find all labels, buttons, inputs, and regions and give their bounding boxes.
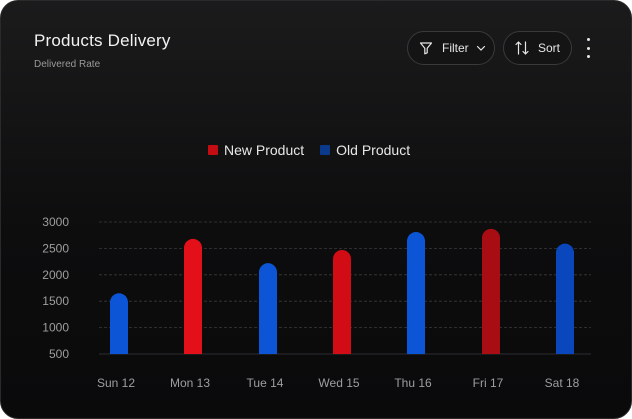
- y-tick-label: 500: [49, 347, 69, 361]
- x-tick-label: Mon 13: [170, 376, 210, 390]
- bar-thu-16[interactable]: [407, 232, 425, 354]
- y-tick-label: 1500: [42, 294, 69, 308]
- x-tick-label: Tue 14: [247, 376, 284, 390]
- y-tick-label: 3000: [42, 215, 69, 229]
- y-tick-label: 2000: [42, 268, 69, 282]
- x-tick-label: Fri 17: [473, 376, 504, 390]
- chart-card: Products Delivery Delivered Rate Filter …: [0, 0, 632, 419]
- y-tick-label: 2500: [42, 241, 69, 255]
- bar-chart: 3000 2500 2000 1500 1000 500 Sun 12 Mon 13 Tue 1…: [42, 215, 591, 390]
- bar-sun-12[interactable]: [110, 293, 128, 354]
- bar-tue-14[interactable]: [259, 263, 277, 354]
- x-tick-label: Thu 16: [394, 376, 432, 390]
- x-tick-label: Wed 15: [318, 376, 359, 390]
- bar-sat-18[interactable]: [556, 243, 574, 354]
- y-tick-label: 1000: [42, 321, 69, 335]
- x-tick-label: Sun 12: [97, 376, 135, 390]
- bar-fri-17[interactable]: [482, 228, 500, 354]
- x-tick-label: Sat 18: [545, 376, 580, 390]
- bar-mon-13[interactable]: [184, 238, 202, 354]
- bar-wed-15[interactable]: [333, 249, 351, 354]
